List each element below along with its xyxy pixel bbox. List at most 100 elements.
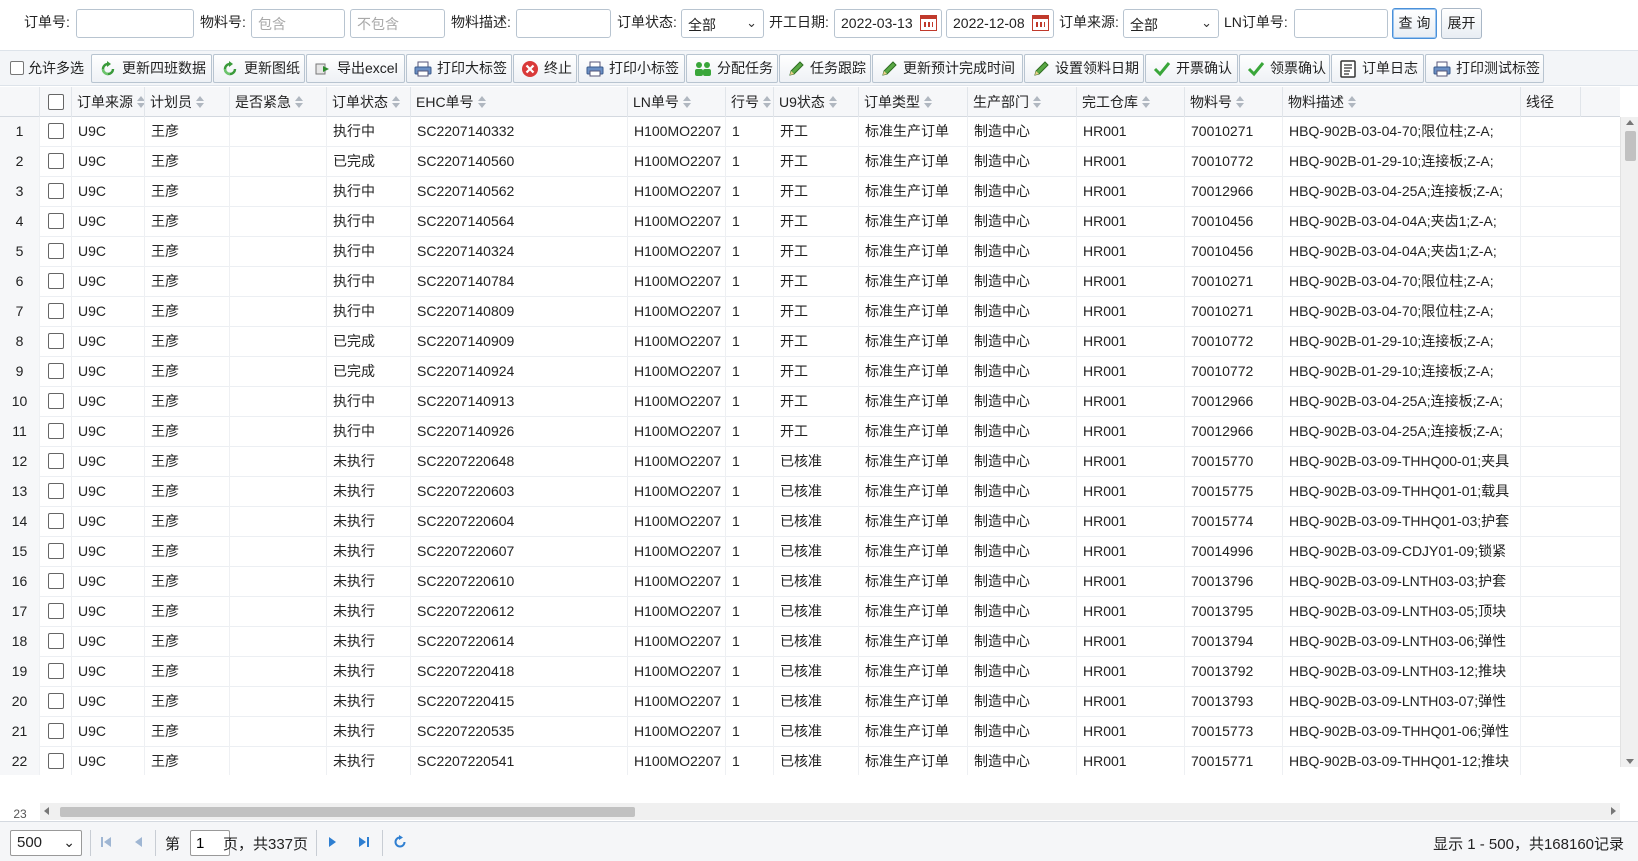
order-no-input[interactable] xyxy=(76,9,194,38)
table-row[interactable]: 15 U9C 王彦 未执行 SC2207220607 H100MO2207 1 已核准 标准生产… xyxy=(0,537,1620,567)
table-row[interactable]: 20 U9C 王彦 未执行 SC2207220415 H100MO2207 1 已核准 标准生产… xyxy=(0,687,1620,717)
row-checkbox[interactable] xyxy=(40,267,72,297)
toolbar-button-10[interactable]: 设置领料日期 xyxy=(1024,54,1144,83)
material-include-input[interactable] xyxy=(251,9,345,38)
scroll-thumb[interactable] xyxy=(1625,131,1636,161)
sort-icon[interactable] xyxy=(1348,96,1356,108)
start-date-from[interactable]: 2022-03-13 xyxy=(834,9,942,38)
row-checkbox[interactable] xyxy=(40,417,72,447)
table-row[interactable]: 13 U9C 王彦 未执行 SC2207220603 H100MO2207 1 已核准 标准生产… xyxy=(0,477,1620,507)
sort-icon[interactable] xyxy=(763,96,771,108)
checkbox-icon[interactable] xyxy=(47,123,64,139)
table-row[interactable]: 19 U9C 王彦 未执行 SC2207220418 H100MO2207 1 已核准 标准生产… xyxy=(0,657,1620,687)
column-header[interactable]: 物料描述 xyxy=(1283,87,1521,117)
toolbar-button-7[interactable]: 分配任务 xyxy=(686,54,778,83)
scroll-left-icon[interactable] xyxy=(44,807,49,815)
scroll-up-icon[interactable] xyxy=(1626,120,1634,125)
column-header[interactable]: 订单状态 xyxy=(327,87,411,117)
row-checkbox[interactable] xyxy=(40,237,72,267)
row-checkbox[interactable] xyxy=(40,717,72,747)
row-checkbox[interactable] xyxy=(40,357,72,387)
column-header[interactable]: EHC单号 xyxy=(411,87,628,117)
table-row[interactable]: 10 U9C 王彦 执行中 SC2207140913 H100MO2207 1 开工 标准生产订… xyxy=(0,387,1620,417)
sort-icon[interactable] xyxy=(924,96,932,108)
expand-button[interactable]: 展开 xyxy=(1441,8,1482,39)
checkbox-icon[interactable] xyxy=(47,243,64,259)
select-all-checkbox[interactable] xyxy=(40,87,72,117)
row-checkbox[interactable] xyxy=(40,687,72,717)
checkbox-icon[interactable] xyxy=(47,393,64,409)
checkbox-icon[interactable] xyxy=(47,453,64,469)
vertical-scrollbar[interactable] xyxy=(1620,117,1638,767)
checkbox-icon[interactable] xyxy=(47,543,64,559)
scroll-right-icon[interactable] xyxy=(1611,807,1616,815)
calendar-icon[interactable] xyxy=(1032,15,1049,31)
status-select[interactable]: 全部 ⌄ xyxy=(681,9,764,38)
checkbox-icon[interactable] xyxy=(47,693,64,709)
column-header[interactable]: 订单类型 xyxy=(859,87,968,117)
ln-order-input[interactable] xyxy=(1294,9,1388,38)
toolbar-button-4[interactable]: 打印大标签 xyxy=(406,54,512,83)
sort-icon[interactable] xyxy=(1236,96,1244,108)
last-page-icon[interactable] xyxy=(356,834,372,850)
sort-icon[interactable] xyxy=(392,96,400,108)
table-row[interactable]: 6 U9C 王彦 执行中 SC2207140784 H100MO2207 1 开工 标准生产订单… xyxy=(0,267,1620,297)
row-checkbox[interactable] xyxy=(40,327,72,357)
toolbar-button-11[interactable]: 开票确认 xyxy=(1145,54,1238,83)
row-checkbox[interactable] xyxy=(40,747,72,775)
row-checkbox[interactable] xyxy=(40,597,72,627)
material-desc-input[interactable] xyxy=(516,9,611,38)
checkbox-icon[interactable] xyxy=(47,513,64,529)
column-header[interactable]: 线径 xyxy=(1521,87,1581,117)
material-exclude-input[interactable] xyxy=(350,9,445,38)
column-header[interactable]: 行号 xyxy=(726,87,774,117)
row-checkbox[interactable] xyxy=(40,117,72,147)
row-checkbox[interactable] xyxy=(40,627,72,657)
checkbox-icon[interactable] xyxy=(47,663,64,679)
checkbox-icon[interactable] xyxy=(47,753,64,769)
table-row[interactable]: 9 U9C 王彦 已完成 SC2207140924 H100MO2207 1 开工 标准生产订单… xyxy=(0,357,1620,387)
table-row[interactable]: 3 U9C 王彦 执行中 SC2207140562 H100MO2207 1 开工 标准生产订单… xyxy=(0,177,1620,207)
toolbar-button-2[interactable]: 更新图纸 xyxy=(213,54,305,83)
table-row[interactable]: 2 U9C 王彦 已完成 SC2207140560 H100MO2207 1 开工 标准生产订单… xyxy=(0,147,1620,177)
query-button[interactable]: 查 询 xyxy=(1392,8,1437,39)
table-row[interactable]: 12 U9C 王彦 未执行 SC2207220648 H100MO2207 1 已核准 标准生产… xyxy=(0,447,1620,477)
sort-icon[interactable] xyxy=(682,96,691,108)
toolbar-button-1[interactable]: 更新四班数据 xyxy=(91,54,212,83)
toolbar-button-9[interactable]: 更新预计完成时间 xyxy=(872,54,1023,83)
toolbar-button-14[interactable]: 打印测试标签 xyxy=(1425,54,1544,83)
checkbox-icon[interactable] xyxy=(47,153,64,169)
sort-icon[interactable] xyxy=(1142,96,1150,108)
checkbox-icon[interactable] xyxy=(47,303,64,319)
checkbox-icon[interactable] xyxy=(47,423,64,439)
calendar-icon[interactable] xyxy=(920,15,937,31)
horizontal-scrollbar[interactable] xyxy=(40,803,1620,820)
start-date-to[interactable]: 2022-12-08 xyxy=(946,9,1054,38)
sort-icon[interactable] xyxy=(295,96,303,108)
scroll-thumb[interactable] xyxy=(60,807,635,817)
first-page-icon[interactable] xyxy=(98,834,114,850)
sort-icon[interactable] xyxy=(137,96,144,108)
sort-icon[interactable] xyxy=(828,96,837,108)
column-header[interactable]: 完工仓库 xyxy=(1077,87,1185,117)
column-header[interactable]: 订单来源 xyxy=(72,87,145,117)
table-row[interactable]: 11 U9C 王彦 执行中 SC2207140926 H100MO2207 1 开工 标准生产订… xyxy=(0,417,1620,447)
refresh-icon[interactable] xyxy=(392,834,408,850)
checkbox-icon[interactable] xyxy=(47,723,64,739)
checkbox-icon[interactable] xyxy=(47,213,64,229)
table-row[interactable]: 7 U9C 王彦 执行中 SC2207140809 H100MO2207 1 开工 标准生产订单… xyxy=(0,297,1620,327)
column-header[interactable]: 物料号 xyxy=(1185,87,1283,117)
checkbox-icon[interactable] xyxy=(47,573,64,589)
checkbox-icon[interactable] xyxy=(47,333,64,349)
row-checkbox[interactable] xyxy=(40,657,72,687)
checkbox-icon[interactable] xyxy=(47,633,64,649)
next-page-icon[interactable] xyxy=(325,834,341,850)
row-checkbox[interactable] xyxy=(40,147,72,177)
row-checkbox[interactable] xyxy=(40,297,72,327)
column-header[interactable]: 生产部门 xyxy=(968,87,1077,117)
toolbar-button-5[interactable]: 终止 xyxy=(513,54,577,83)
column-header[interactable]: U9状态 xyxy=(774,87,859,117)
row-checkbox[interactable] xyxy=(40,177,72,207)
row-checkbox[interactable] xyxy=(40,567,72,597)
row-checkbox[interactable] xyxy=(40,477,72,507)
